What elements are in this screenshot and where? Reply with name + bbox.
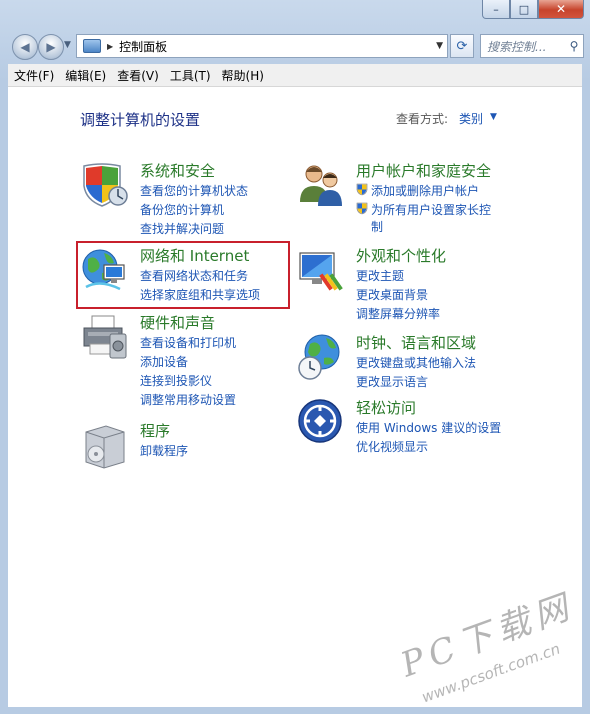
page-title: 调整计算机的设置 xyxy=(80,111,201,129)
recent-pages-dropdown-icon[interactable]: ▼ xyxy=(64,40,71,50)
address-dropdown-icon[interactable]: ▼ xyxy=(436,41,443,51)
link-change-keyboard-input[interactable]: 更改键盘或其他输入法 xyxy=(356,354,476,371)
category-title-clock-language-region[interactable]: 时钟、语言和区域 xyxy=(356,332,476,353)
refresh-button[interactable]: ⟳ xyxy=(450,34,474,58)
link-troubleshoot[interactable]: 查找并解决问题 xyxy=(140,220,224,237)
link-add-remove-accounts[interactable]: 添加或删除用户帐户 xyxy=(356,182,479,199)
link-view-computer-status[interactable]: 查看您的计算机状态 xyxy=(140,182,248,199)
link-optimize-video-display[interactable]: 优化视频显示 xyxy=(356,438,428,455)
users-icon[interactable] xyxy=(296,160,346,210)
link-mobility-settings[interactable]: 调整常用移动设置 xyxy=(140,391,236,408)
link-label: 添加或删除用户帐户 xyxy=(371,184,480,198)
category-title-user-accounts[interactable]: 用户帐户和家庭安全 xyxy=(356,160,491,181)
link-change-desktop-background[interactable]: 更改桌面背景 xyxy=(356,286,428,303)
link-backup-computer[interactable]: 备份您的计算机 xyxy=(140,201,224,218)
category-programs: 程序 卸载程序 xyxy=(80,420,280,470)
breadcrumb-control-panel[interactable]: 控制面板 xyxy=(119,38,167,55)
link-label: 为所有用户设置家长控 xyxy=(371,203,492,217)
menu-edit[interactable]: 编辑(E) xyxy=(59,67,111,84)
menu-tools[interactable]: 工具(T) xyxy=(164,67,216,84)
category-hardware-sound: 硬件和声音 查看设备和打印机 添加设备 连接到投影仪 调整常用移动设置 xyxy=(80,312,280,407)
minimize-button[interactable]: – xyxy=(482,0,510,19)
category-title-programs[interactable]: 程序 xyxy=(140,420,170,441)
category-title-appearance[interactable]: 外观和个性化 xyxy=(356,245,446,266)
appearance-monitor-icon[interactable] xyxy=(296,245,346,295)
category-title-network-internet[interactable]: 网络和 Internet xyxy=(140,245,249,266)
navigation-bar: ◀ ▶ ▼ ▶ 控制面板 ▼ ⟳ 搜索控制... ⚲ xyxy=(0,30,590,60)
link-add-device[interactable]: 添加设备 xyxy=(140,353,188,370)
shield-icon[interactable] xyxy=(80,160,130,210)
link-parental-controls[interactable]: 为所有用户设置家长控 xyxy=(356,201,491,218)
uac-shield-icon xyxy=(356,183,368,196)
category-network-internet: 网络和 Internet 查看网络状态和任务 选择家庭组和共享选项 xyxy=(80,245,285,305)
category-title-ease-of-access[interactable]: 轻松访问 xyxy=(356,397,416,418)
network-globe-icon[interactable] xyxy=(80,245,130,295)
ease-of-access-icon[interactable] xyxy=(296,397,346,447)
link-homegroup-sharing[interactable]: 选择家庭组和共享选项 xyxy=(140,286,260,303)
window-controls: – □ ✕ xyxy=(482,0,584,19)
link-view-network-status[interactable]: 查看网络状态和任务 xyxy=(140,267,248,284)
link-adjust-resolution[interactable]: 调整屏幕分辨率 xyxy=(356,305,440,322)
view-by-dropdown[interactable]: 类别 xyxy=(459,110,483,127)
link-devices-printers[interactable]: 查看设备和打印机 xyxy=(140,334,236,351)
globe-clock-icon[interactable] xyxy=(296,332,346,382)
control-panel-window: – □ ✕ ◀ ▶ ▼ ▶ 控制面板 ▼ ⟳ 搜索控制... ⚲ 文件(F) 编… xyxy=(0,0,590,714)
control-panel-icon xyxy=(83,39,101,53)
menu-file[interactable]: 文件(F) xyxy=(8,67,59,84)
menu-help[interactable]: 帮助(H) xyxy=(216,67,269,84)
uac-shield-icon xyxy=(356,202,368,215)
link-windows-recommended-settings[interactable]: 使用 Windows 建议的设置 xyxy=(356,419,501,436)
search-input[interactable]: 搜索控制... xyxy=(481,38,565,55)
menu-bar: 文件(F) 编辑(E) 查看(V) 工具(T) 帮助(H) xyxy=(8,64,582,87)
category-system-security: 系统和安全 查看您的计算机状态 备份您的计算机 查找并解决问题 xyxy=(80,160,280,236)
link-connect-projector[interactable]: 连接到投影仪 xyxy=(140,372,212,389)
printer-icon[interactable] xyxy=(80,312,130,362)
search-icon[interactable]: ⚲ xyxy=(565,39,583,53)
link-change-theme[interactable]: 更改主题 xyxy=(356,267,404,284)
category-appearance: 外观和个性化 更改主题 更改桌面背景 调整屏幕分辨率 xyxy=(296,245,496,321)
close-button[interactable]: ✕ xyxy=(538,0,584,19)
link-parental-controls-wrap[interactable]: 制 xyxy=(371,218,383,235)
category-clock-language-region: 时钟、语言和区域 更改键盘或其他输入法 更改显示语言 xyxy=(296,332,496,390)
maximize-button[interactable]: □ xyxy=(510,0,538,19)
category-ease-of-access: 轻松访问 使用 Windows 建议的设置 优化视频显示 xyxy=(296,397,516,455)
back-button[interactable]: ◀ xyxy=(12,34,38,60)
title-bar: – □ ✕ xyxy=(0,0,590,28)
view-by-chevron-down-icon[interactable]: ▼ xyxy=(490,112,497,122)
category-user-accounts: 用户帐户和家庭安全 添加或删除用户帐户 为所有用户设置家长控 制 xyxy=(296,160,526,235)
category-title-system-security[interactable]: 系统和安全 xyxy=(140,160,215,181)
breadcrumb-separator-icon[interactable]: ▶ xyxy=(107,42,113,51)
refresh-icon: ⟳ xyxy=(456,38,468,54)
forward-arrow-icon: ▶ xyxy=(46,40,56,54)
link-uninstall-program[interactable]: 卸载程序 xyxy=(140,442,188,459)
view-by-label: 查看方式: xyxy=(396,112,449,126)
menu-view[interactable]: 查看(V) xyxy=(111,67,164,84)
search-box[interactable]: 搜索控制... ⚲ xyxy=(480,34,584,58)
programs-box-icon[interactable] xyxy=(80,420,130,470)
address-bar[interactable]: ▶ 控制面板 ▼ xyxy=(76,34,448,58)
forward-button[interactable]: ▶ xyxy=(38,34,64,60)
category-title-hardware-sound[interactable]: 硬件和声音 xyxy=(140,312,215,333)
link-change-display-language[interactable]: 更改显示语言 xyxy=(356,373,428,390)
back-arrow-icon: ◀ xyxy=(20,40,30,54)
